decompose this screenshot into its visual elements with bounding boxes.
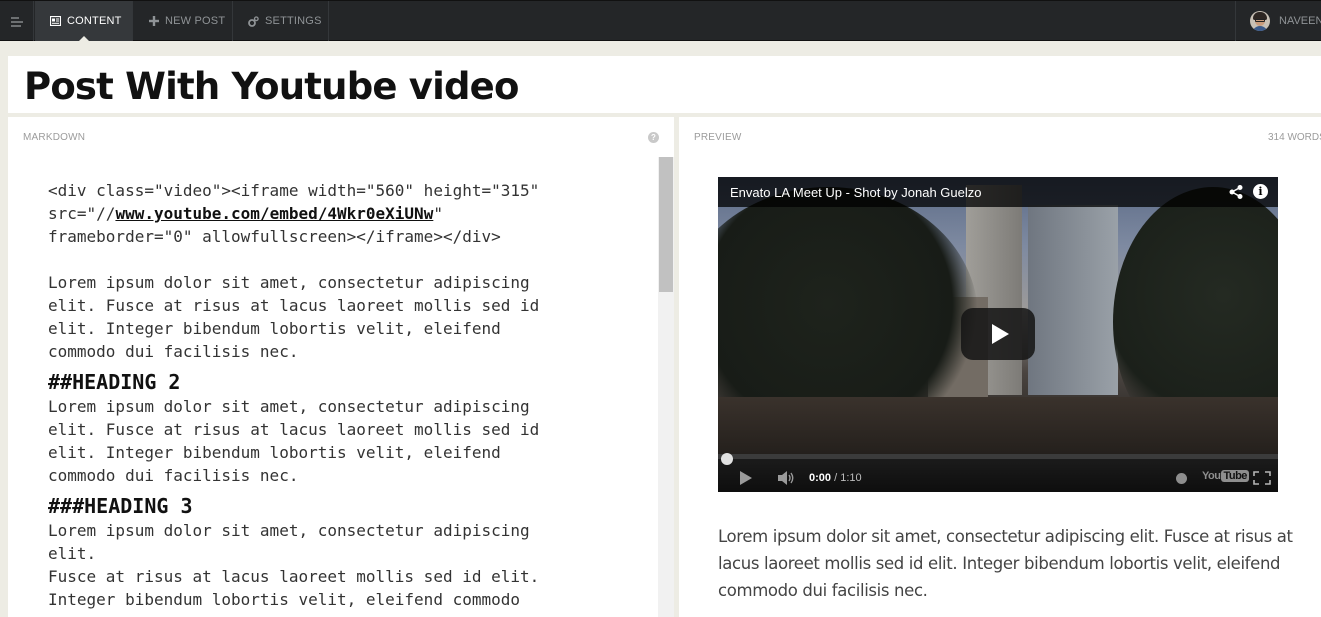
watch-later-icon[interactable] [1176, 473, 1187, 484]
text-line: Lorem ipsum dolor sit amet, consectetur … [48, 397, 530, 416]
text-line: Fusce at risus at lacus laoreet mollis s… [48, 567, 540, 586]
editor-scrollbar-thumb[interactable] [659, 157, 673, 292]
code-line: src="//www.youtube.com/embed/4Wkr0eXiUNw… [48, 204, 443, 223]
user-menu[interactable]: NAVEEN [1235, 1, 1321, 41]
text-line: commodo dui facilisis nec. [48, 466, 299, 485]
text-line: elit. Integer bibendum lobortis velit, e… [48, 319, 501, 338]
info-icon[interactable]: i [1253, 184, 1268, 199]
code-line: <div class="video"><iframe width="560" h… [48, 181, 540, 200]
word-count: 314 WORDS [1268, 132, 1321, 143]
markdown-label: MARKDOWN [23, 132, 86, 143]
text-line: Lorem ipsum dolor sit amet, consectetur … [48, 273, 530, 292]
text-line: elit. Fusce at risus at lacus laoreet mo… [48, 420, 540, 439]
avatar [1250, 11, 1270, 31]
active-tab-caret [78, 36, 90, 42]
top-nav: CONTENT NEW POST SETTINGS NAVEEN [0, 0, 1321, 42]
nav-tab-new-post[interactable]: NEW POST [133, 1, 233, 41]
preview-pane-header: PREVIEW 314 WORDS [679, 117, 1321, 157]
post-title-input[interactable]: Post With Youtube video [24, 65, 519, 108]
play-control-icon[interactable] [740, 471, 752, 485]
code-line: frameborder="0" allowfullscreen></iframe… [48, 227, 501, 246]
preview-pane: PREVIEW 314 WORDS Envato LA Meet Up - Sh… [679, 117, 1321, 617]
content-icon [50, 16, 61, 27]
fullscreen-icon[interactable] [1253, 471, 1271, 485]
youtube-logo[interactable]: You Tube [1202, 470, 1249, 482]
nav-tab-label: CONTENT [67, 15, 122, 27]
nav-tab-label: NEW POST [165, 15, 226, 27]
video-title[interactable]: Envato LA Meet Up - Shot by Jonah Guelzo [730, 185, 981, 200]
video-controls [718, 457, 1278, 492]
scrubber-handle[interactable] [721, 453, 733, 465]
text-line: Lorem ipsum dolor sit amet, consectetur … [48, 521, 530, 540]
menu-icon [10, 16, 23, 27]
text-line: commodo dui facilisis nec. [48, 342, 299, 361]
nav-tab-content[interactable]: CONTENT [35, 1, 133, 41]
help-icon[interactable]: ? [648, 132, 659, 143]
title-bar: Post With Youtube video [8, 56, 1321, 113]
text-line: elit. [48, 544, 97, 563]
nav-tab-settings[interactable]: SETTINGS [233, 1, 329, 41]
volume-icon[interactable] [778, 471, 796, 485]
plus-icon [148, 16, 159, 27]
menu-toggle-button[interactable] [0, 1, 34, 41]
preview-label: PREVIEW [694, 132, 742, 143]
play-button[interactable] [961, 308, 1035, 360]
markdown-pane-header: MARKDOWN ? [8, 117, 674, 157]
play-icon [991, 324, 1009, 344]
markdown-heading-2: ##HEADING 2 [48, 370, 181, 394]
text-line: elit. Integer bibendum lobortis velit, e… [48, 443, 501, 462]
markdown-editor[interactable]: <div class="video"><iframe width="560" h… [48, 179, 638, 611]
youtube-video-player[interactable]: Envato LA Meet Up - Shot by Jonah Guelzo… [718, 177, 1278, 492]
markdown-pane: MARKDOWN ? <div class="video"><iframe wi… [8, 117, 674, 617]
embed-url: www.youtube.com/embed/4Wkr0eXiUNw [115, 204, 434, 223]
markdown-heading-3: ###HEADING 3 [48, 494, 193, 518]
gear-icon [248, 15, 259, 27]
nav-tab-label: SETTINGS [265, 15, 322, 27]
text-line: elit. Fusce at risus at lacus laoreet mo… [48, 296, 540, 315]
user-name: NAVEEN [1279, 15, 1321, 27]
preview-paragraph: Lorem ipsum dolor sit amet, consectetur … [718, 527, 1293, 600]
text-line: Integer bibendum lobortis velit, eleifen… [48, 590, 521, 609]
progress-bar[interactable] [718, 454, 1278, 459]
time-display: 0:00 / 1:10 [809, 472, 862, 484]
share-icon[interactable] [1228, 184, 1244, 200]
